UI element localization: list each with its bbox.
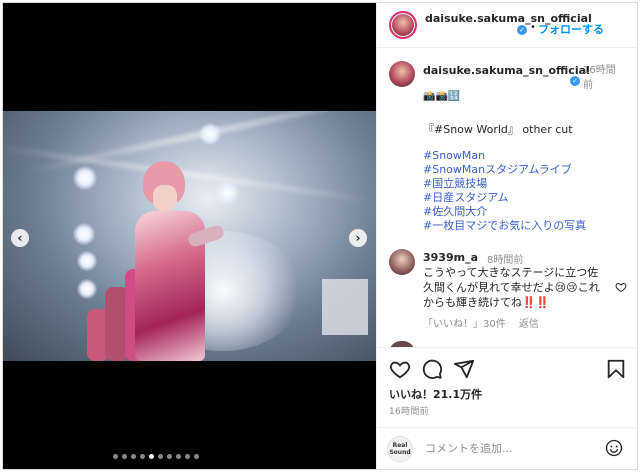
hashtag-link[interactable]: #SnowMan <box>423 149 485 163</box>
comment-body: こうやって大きなステージに立つ佐久間くんが見れて幸せだよ😢😢これからも輝き続けて… <box>423 266 600 309</box>
bookmark-icon[interactable] <box>605 358 627 380</box>
carousel-dot <box>149 454 154 459</box>
hashtag-link[interactable]: #佐久間大介 <box>423 205 487 219</box>
light-beam <box>26 111 376 175</box>
comment-text: こうやって大きなステージに立つ佐久間くんが見れて幸せだよ😢😢これからも輝き続けて… <box>423 265 609 310</box>
reply-button[interactable]: 返信 <box>519 319 539 330</box>
add-comment-bar: Real Sound <box>377 427 638 469</box>
heart-icon[interactable] <box>389 358 411 380</box>
chevron-left-icon: ‹ <box>17 231 23 245</box>
chevron-right-icon: › <box>355 231 361 245</box>
caption-avatar[interactable] <box>389 61 415 87</box>
author-avatar[interactable] <box>389 11 417 39</box>
follow-button[interactable]: フォローする <box>538 21 604 37</box>
carousel-dot <box>194 454 199 459</box>
performer-face <box>153 185 177 211</box>
stage-screen <box>322 279 368 335</box>
stage-light <box>215 181 239 205</box>
instagram-post: ‹ › daisuke.sakuma_sn_official ✓ • フォローす… <box>2 2 638 470</box>
carousel-prev-button[interactable]: ‹ <box>11 229 29 247</box>
share-icon[interactable] <box>453 358 475 380</box>
caption-line: 『#Snow World』 other cut <box>423 123 573 136</box>
comment-like-heart-icon[interactable] <box>615 281 627 293</box>
carousel-dot <box>167 454 172 459</box>
carousel-indicator <box>113 454 199 459</box>
caption-username[interactable]: daisuke.sakuma_sn_official <box>423 63 590 78</box>
comment-likes[interactable]: 「いいね！」30件 <box>423 319 506 330</box>
caption-emoji: 📸📸🔢 <box>423 91 461 102</box>
commenter-avatar[interactable] <box>389 249 415 275</box>
carousel-dot <box>122 454 127 459</box>
commenter-username[interactable]: 3939m_a <box>423 251 478 264</box>
hashtag-link[interactable]: #国立競技場 <box>423 177 487 191</box>
stage-light <box>77 251 97 271</box>
carousel-dot <box>185 454 190 459</box>
comment-icon[interactable] <box>421 358 443 380</box>
comment-input[interactable] <box>425 439 585 457</box>
emoji-icon[interactable] <box>605 439 623 457</box>
post-media[interactable]: ‹ › <box>3 3 376 469</box>
hashtag-link[interactable]: #日産スタジアム <box>423 191 508 205</box>
caption-time: 16時間前 <box>583 65 616 91</box>
carousel-dot <box>113 454 118 459</box>
comment-time: 8時間前 <box>487 255 524 266</box>
action-bar: いいね！21.1万件 16時間前 <box>377 347 638 427</box>
stage-light <box>73 223 95 245</box>
carousel-dot <box>140 454 145 459</box>
carousel-dot <box>176 454 181 459</box>
post-header: daisuke.sakuma_sn_official ✓ • フォローする <box>377 3 638 48</box>
verified-icon: ✓ <box>570 76 580 86</box>
carousel-next-button[interactable]: › <box>349 229 367 247</box>
concert-photo <box>3 111 376 361</box>
carousel-dot <box>131 454 136 459</box>
hashtag-link[interactable]: #一枚目マジでお気に入りの写真 <box>423 219 586 233</box>
post-time: 16時間前 <box>389 407 429 417</box>
stage-light <box>77 279 97 299</box>
author-username[interactable]: daisuke.sakuma_sn_official <box>425 12 592 26</box>
comment-meta: 「いいね！」30件 返信 <box>423 315 549 330</box>
real-sound-logo: Real Sound <box>387 436 413 462</box>
like-count[interactable]: いいね！21.1万件 <box>389 386 482 402</box>
post-side-panel: daisuke.sakuma_sn_official ✓ • フォローする da… <box>376 3 638 469</box>
carousel-dot <box>158 454 163 459</box>
stage-light <box>73 166 97 190</box>
verified-icon: ✓ <box>517 25 527 35</box>
header-separator: • <box>530 22 536 33</box>
stage-light <box>199 123 221 145</box>
comment-exclaim: ‼️‼️ <box>522 296 550 309</box>
hashtag-link[interactable]: #SnowManスタジアムライブ <box>423 163 572 177</box>
light-beam <box>3 144 372 203</box>
comments-section[interactable]: daisuke.sakuma_sn_official ✓ 16時間前 📸📸🔢 『… <box>377 49 638 347</box>
